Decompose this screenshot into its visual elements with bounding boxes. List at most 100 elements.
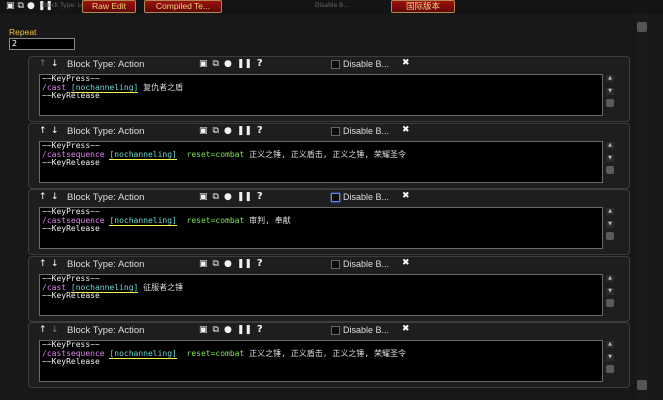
pause-icon[interactable]: ❚❚ [237, 126, 252, 136]
condition-text: [nochanneling] [109, 215, 177, 226]
close-icon[interactable]: ✖ [402, 324, 410, 334]
move-down-icon[interactable]: ↓ [51, 192, 59, 202]
grid-icon[interactable]: ▣ [199, 192, 208, 202]
editor-scrollbar[interactable]: ▲ ▼ [605, 275, 615, 315]
grid-icon[interactable]: ▣ [6, 1, 15, 11]
help-icon[interactable]: ? [257, 258, 263, 269]
circle-icon[interactable]: ● [224, 59, 232, 69]
keyrelease-line: ~~KeyRelease [42, 357, 100, 366]
macro-text-editor[interactable]: ~~KeyPress~~/cast [nochanneling] 征服者之锤 ~~… [39, 274, 603, 316]
editor-scrollbar[interactable]: ▲ ▼ [605, 341, 615, 381]
command-line: /cast [nochanneling] 征服者之锤 [40, 282, 602, 293]
scroll-thumb[interactable] [606, 365, 614, 373]
disable-block-checkbox[interactable] [331, 326, 340, 335]
pause-icon[interactable]: ❚❚ [237, 59, 252, 69]
scroll-up-icon[interactable]: ▲ [606, 275, 614, 282]
pause-icon[interactable]: ❚❚ [237, 192, 252, 202]
spell-list-text: 征服者之锤 [138, 282, 184, 292]
macro-text-editor[interactable]: ~~KeyPress~~/cast [nochanneling] 复仇者之盾 ~~… [39, 74, 603, 116]
circle-icon[interactable]: ● [224, 126, 232, 136]
copy-icon[interactable]: ⧉ [213, 325, 219, 335]
move-down-icon[interactable]: ↓ [51, 325, 59, 335]
command-line: /castsequence [nochanneling] reset=comba… [40, 149, 602, 160]
scroll-down-icon[interactable]: ▼ [606, 88, 614, 95]
move-down-icon[interactable]: ↓ [51, 59, 59, 69]
reset-text: reset=combat [176, 215, 245, 225]
grid-icon[interactable]: ▣ [199, 59, 208, 69]
scroll-down-icon[interactable]: ▼ [606, 221, 614, 228]
scrollbar-bottom-thumb[interactable] [637, 380, 647, 390]
action-block: ↑ ↓ Block Type: Action ▣ ⧉ ● ❚❚? Disable B... ✖ ~… [28, 189, 630, 255]
help-icon[interactable]: ? [257, 324, 263, 335]
circle-icon[interactable]: ● [224, 259, 232, 269]
grid-icon[interactable]: ▣ [199, 325, 208, 335]
move-up-icon[interactable]: ↑ [39, 59, 47, 69]
locale-version-button[interactable]: 国际版本 [391, 0, 455, 13]
disable-block-checkbox[interactable] [331, 193, 340, 202]
move-up-icon[interactable]: ↑ [39, 259, 47, 269]
disable-block-checkbox[interactable] [331, 127, 340, 136]
scroll-up-icon[interactable]: ▲ [606, 208, 614, 215]
scroll-down-icon[interactable]: ▼ [606, 354, 614, 361]
condition-text: [nochanneling] [109, 348, 177, 359]
raw-edit-button[interactable]: Raw Edit [82, 0, 136, 13]
spell-list-text: 正义之锤, 正义盾击, 正义之锤, 荣耀圣令 [244, 348, 407, 358]
circle-icon[interactable]: ● [27, 1, 35, 11]
copy-icon[interactable]: ⧉ [213, 192, 219, 202]
scroll-thumb[interactable] [606, 99, 614, 107]
scroll-thumb[interactable] [606, 299, 614, 307]
editor-scrollbar[interactable]: ▲ ▼ [605, 142, 615, 182]
main-scrollbar[interactable] [636, 14, 648, 400]
close-icon[interactable]: ✖ [402, 58, 410, 68]
action-block: ↑ ↓ Block Type: Action ▣ ⧉ ● ❚❚? Disable B... ✖ ~… [28, 256, 630, 322]
reset-text: reset=combat [176, 149, 245, 159]
grid-icon[interactable]: ▣ [199, 126, 208, 136]
disable-block-checkbox[interactable] [331, 260, 340, 269]
editor-scrollbar[interactable]: ▲ ▼ [605, 75, 615, 115]
close-icon[interactable]: ✖ [402, 191, 410, 201]
scroll-thumb[interactable] [606, 232, 614, 240]
disable-block-label: Disable B... [343, 259, 390, 269]
pause-icon[interactable]: ❚❚ [237, 259, 252, 269]
help-icon[interactable]: ? [257, 58, 263, 69]
macro-text-editor[interactable]: ~~KeyPress~~/castsequence [nochanneling]… [39, 141, 603, 183]
copy-icon[interactable]: ⧉ [213, 126, 219, 136]
close-icon[interactable]: ✖ [402, 258, 410, 268]
block-tool-icons: ▣ ⧉ ● ❚❚? [199, 324, 263, 335]
scroll-up-icon[interactable]: ▲ [606, 341, 614, 348]
copy-icon[interactable]: ⧉ [213, 259, 219, 269]
repeat-input[interactable]: 2 [9, 38, 75, 50]
circle-icon[interactable]: ● [224, 192, 232, 202]
close-icon[interactable]: ✖ [402, 125, 410, 135]
scroll-up-icon[interactable]: ▲ [606, 75, 614, 82]
compiled-template-button[interactable]: Compiled Te... [144, 0, 222, 13]
copy-icon[interactable]: ⧉ [18, 1, 24, 11]
circle-icon[interactable]: ● [224, 325, 232, 335]
help-icon[interactable]: ? [257, 191, 263, 202]
block-type-label: Block Type: Action [67, 192, 145, 203]
move-down-icon[interactable]: ↓ [51, 259, 59, 269]
move-down-icon[interactable]: ↓ [51, 126, 59, 136]
help-icon[interactable]: ? [257, 125, 263, 136]
repeat-label: Repeat [9, 27, 37, 37]
pause-icon[interactable]: ❚❚ [237, 325, 252, 335]
scroll-up-icon[interactable]: ▲ [606, 142, 614, 149]
macro-text-editor[interactable]: ~~KeyPress~~/castsequence [nochanneling]… [39, 340, 603, 382]
scroll-thumb[interactable] [606, 166, 614, 174]
scroll-down-icon[interactable]: ▼ [606, 155, 614, 162]
move-up-icon[interactable]: ↑ [39, 126, 47, 136]
block-tool-icons: ▣ ⧉ ● ❚❚? [199, 58, 263, 69]
grid-icon[interactable]: ▣ [199, 259, 208, 269]
move-up-icon[interactable]: ↑ [39, 192, 47, 202]
editor-scrollbar[interactable]: ▲ ▼ [605, 208, 615, 248]
block-tool-icons: ▣ ⧉ ● ❚❚? [199, 125, 263, 136]
disable-block-checkbox[interactable] [331, 60, 340, 69]
disable-block-label: Disable B... [343, 126, 390, 136]
block-header: ↑ ↓ Block Type: Action ▣ ⧉ ● ❚❚? Disable B... ✖ [29, 124, 629, 139]
copy-icon[interactable]: ⧉ [213, 59, 219, 69]
macro-text-editor[interactable]: ~~KeyPress~~/castsequence [nochanneling]… [39, 207, 603, 249]
reset-text: reset=combat [176, 348, 245, 358]
scroll-down-icon[interactable]: ▼ [606, 288, 614, 295]
move-up-icon[interactable]: ↑ [39, 325, 47, 335]
scrollbar-top-thumb[interactable] [637, 22, 647, 32]
